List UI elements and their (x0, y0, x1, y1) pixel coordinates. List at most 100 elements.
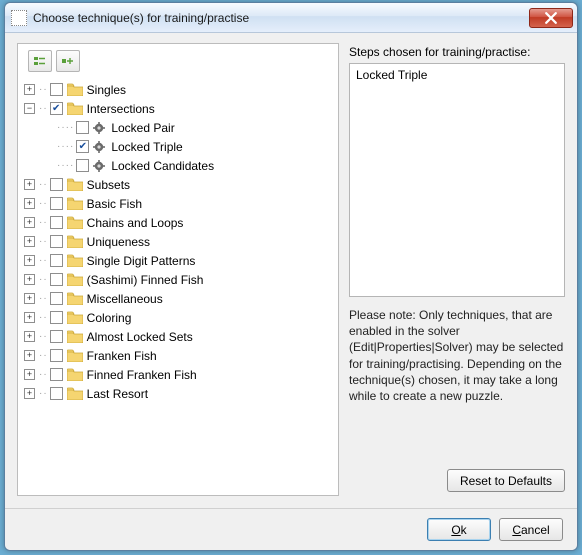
expand-toggle[interactable]: + (24, 331, 35, 342)
expand-toggle[interactable]: + (24, 388, 35, 399)
tree-item-label: Chains and Loops (87, 216, 184, 230)
expand-toggle[interactable]: + (24, 369, 35, 380)
tree-item-label: Locked Triple (111, 140, 182, 154)
folder-icon (67, 368, 83, 381)
tree-item[interactable]: +··(Sashimi) Finned Fish (24, 270, 334, 289)
app-icon (11, 10, 27, 26)
expand-toggle[interactable]: + (24, 217, 35, 228)
checkbox[interactable]: ✔ (50, 102, 63, 115)
tree-item-label: Basic Fish (87, 197, 142, 211)
tree-item-label: Miscellaneous (87, 292, 163, 306)
steps-chosen-list[interactable]: Locked Triple (349, 63, 565, 297)
checkbox[interactable] (50, 83, 63, 96)
close-button[interactable] (529, 8, 573, 28)
folder-icon (67, 292, 83, 305)
expand-toggle[interactable]: − (24, 103, 35, 114)
checkbox[interactable] (50, 197, 63, 210)
expand-toggle[interactable]: + (24, 198, 35, 209)
technique-tree-panel: +··Singles−··✔Intersections····Locked Pa… (17, 43, 339, 496)
tree-item[interactable]: +··Uniqueness (24, 232, 334, 251)
tree-item-label: (Sashimi) Finned Fish (87, 273, 204, 287)
tree-item[interactable]: +··Single Digit Patterns (24, 251, 334, 270)
collapse-all-button[interactable] (56, 50, 80, 72)
tree-item[interactable]: +··Chains and Loops (24, 213, 334, 232)
tree-item-label: Locked Pair (111, 121, 174, 135)
tree-child-item[interactable]: ····✔Locked Triple (24, 137, 334, 156)
tree-item[interactable]: +··Franken Fish (24, 346, 334, 365)
checkbox[interactable] (50, 387, 63, 400)
tree-item-label: Subsets (87, 178, 130, 192)
checkbox[interactable] (50, 273, 63, 286)
checkbox[interactable] (50, 178, 63, 191)
checkbox[interactable] (50, 368, 63, 381)
close-icon (545, 12, 557, 24)
folder-icon (67, 254, 83, 267)
dialog-footer: Ok Cancel (5, 508, 577, 550)
ok-button[interactable]: Ok (427, 518, 491, 541)
dialog-window: Choose technique(s) for training/practis… (4, 2, 578, 551)
folder-icon (67, 216, 83, 229)
tree-item[interactable]: +··Finned Franken Fish (24, 365, 334, 384)
tree-item[interactable]: +··Basic Fish (24, 194, 334, 213)
right-panel: Steps chosen for training/practise: Lock… (349, 43, 565, 496)
expand-toggle[interactable]: + (24, 350, 35, 361)
tree-item[interactable]: +··Subsets (24, 175, 334, 194)
tree-item[interactable]: +··Last Resort (24, 384, 334, 403)
content-area: +··Singles−··✔Intersections····Locked Pa… (5, 33, 577, 508)
tree-item-label: Locked Candidates (111, 159, 214, 173)
expand-all-button[interactable] (28, 50, 52, 72)
expand-toggle[interactable]: + (24, 274, 35, 285)
checkbox[interactable] (50, 311, 63, 324)
reset-defaults-button[interactable]: Reset to Defaults (447, 469, 565, 492)
gear-icon (93, 122, 105, 134)
folder-icon (67, 235, 83, 248)
tree-item-label: Singles (87, 83, 126, 97)
collapse-tree-icon (61, 54, 75, 68)
tree-item[interactable]: +··Coloring (24, 308, 334, 327)
checkbox[interactable]: ✔ (76, 140, 89, 153)
tree-item-label: Intersections (87, 102, 155, 116)
tree-item[interactable]: +··Almost Locked Sets (24, 327, 334, 346)
steps-chosen-label: Steps chosen for training/practise: (349, 45, 565, 59)
folder-icon (67, 387, 83, 400)
chosen-step-item[interactable]: Locked Triple (356, 68, 558, 82)
folder-icon (67, 330, 83, 343)
expand-toggle[interactable]: + (24, 293, 35, 304)
reset-defaults-label: Reset to Defaults (460, 474, 552, 488)
expand-toggle[interactable]: + (24, 312, 35, 323)
checkbox[interactable] (50, 254, 63, 267)
folder-icon (67, 311, 83, 324)
checkbox[interactable] (76, 159, 89, 172)
checkbox[interactable] (50, 349, 63, 362)
expand-toggle[interactable]: + (24, 236, 35, 247)
tree-item-label: Finned Franken Fish (87, 368, 197, 382)
gear-icon (93, 160, 105, 172)
expand-toggle[interactable]: + (24, 255, 35, 266)
tree-item-label: Franken Fish (87, 349, 157, 363)
tree-item[interactable]: +··Singles (24, 80, 334, 99)
checkbox[interactable] (50, 235, 63, 248)
checkbox[interactable] (50, 292, 63, 305)
expand-toggle[interactable]: + (24, 179, 35, 190)
window-title: Choose technique(s) for training/practis… (33, 11, 529, 25)
tree-item[interactable]: −··✔Intersections (24, 99, 334, 118)
tree-item[interactable]: +··Miscellaneous (24, 289, 334, 308)
tree-item-label: Almost Locked Sets (87, 330, 193, 344)
expand-toggle[interactable]: + (24, 84, 35, 95)
folder-icon (67, 83, 83, 96)
checkbox[interactable] (50, 330, 63, 343)
folder-icon (67, 178, 83, 191)
cancel-button[interactable]: Cancel (499, 518, 563, 541)
expand-tree-icon (33, 54, 47, 68)
titlebar[interactable]: Choose technique(s) for training/practis… (5, 3, 577, 33)
checkbox[interactable] (50, 216, 63, 229)
tree-item-label: Uniqueness (87, 235, 150, 249)
folder-icon (67, 349, 83, 362)
folder-icon (67, 102, 83, 115)
note-text: Please note: Only techniques, that are e… (349, 307, 565, 469)
tree-child-item[interactable]: ····Locked Pair (24, 118, 334, 137)
tree-child-item[interactable]: ····Locked Candidates (24, 156, 334, 175)
checkbox[interactable] (76, 121, 89, 134)
folder-icon (67, 197, 83, 210)
technique-tree[interactable]: +··Singles−··✔Intersections····Locked Pa… (18, 78, 338, 405)
